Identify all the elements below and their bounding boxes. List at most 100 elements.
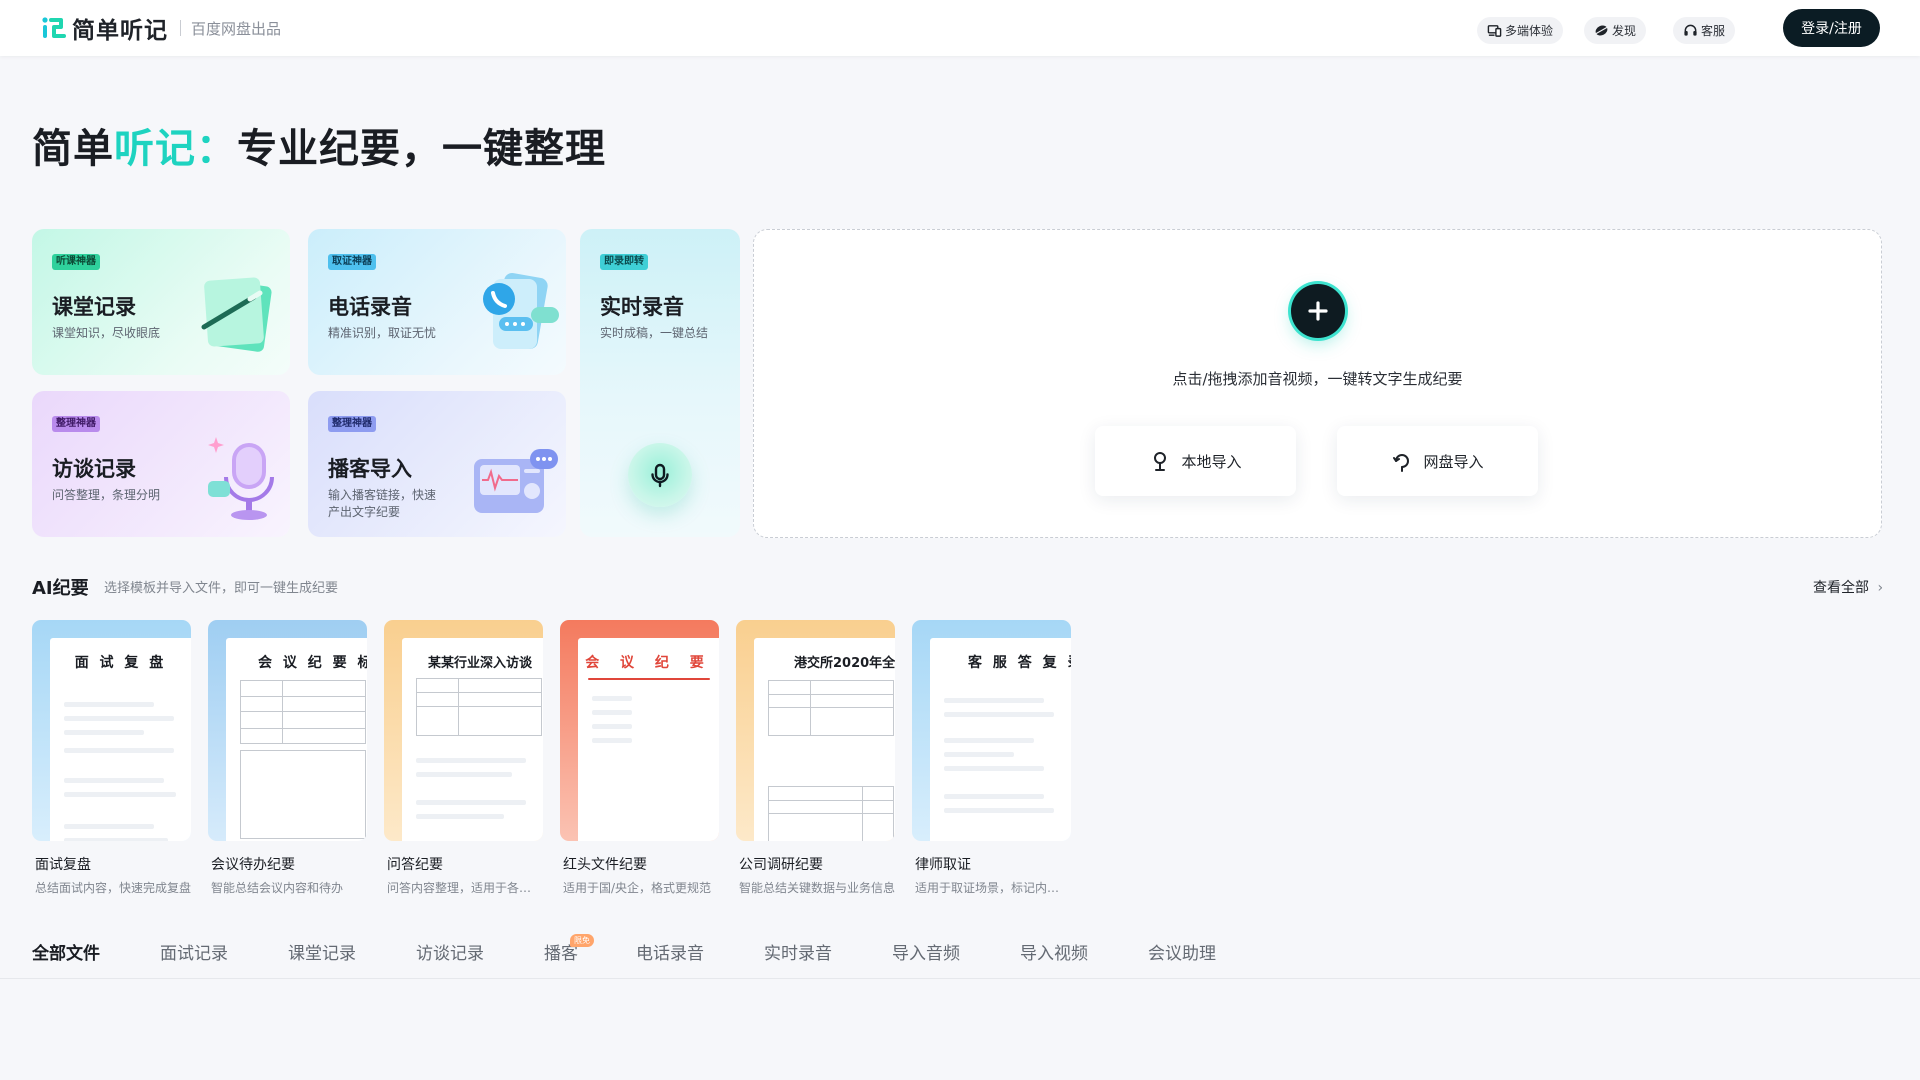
card-title: 访谈记录 <box>52 457 136 481</box>
phone-call-icon <box>483 272 559 350</box>
template-paper: 港交所2020年全年 <box>754 638 895 841</box>
card-desc: 课堂知识，尽收眼底 <box>52 326 161 340</box>
template-paper: 会 议 纪 要 <box>578 638 719 841</box>
microphone-icon <box>651 463 669 488</box>
template-card-lawyer-evidence[interactable]: 客 服 答 复 录 律师取证 适用于取证场景，标记内容更清晰 <box>912 620 1071 896</box>
template-paper: 客 服 答 复 录 <box>930 638 1071 841</box>
template-doc-title: 会 议 纪 要 <box>585 655 712 671</box>
template-card-red-header[interactable]: 会 议 纪 要 红头文件纪要 适用于国/央企，格式更规范 <box>560 620 719 896</box>
plus-icon <box>1308 301 1328 321</box>
template-thumbnail: 会 议 纪 要 标 题 <box>208 620 367 841</box>
template-desc: 总结面试内容，快速完成复盘 <box>35 881 191 895</box>
record-mic-button[interactable] <box>628 443 692 507</box>
card-desc: 输入播客链接，快速产出文字纪要 <box>328 488 437 519</box>
view-all-link[interactable]: 查看全部 › <box>1813 577 1883 597</box>
local-import-button[interactable]: 本地导入 <box>1095 426 1296 496</box>
template-desc: 问答内容整理，适用于各类访谈 <box>387 881 543 895</box>
logo-subtitle: 百度网盘出品 <box>191 19 282 38</box>
login-register-button[interactable]: 登录/注册 <box>1783 9 1880 47</box>
template-thumbnail: 客 服 答 复 录 <box>912 620 1071 841</box>
card-tag: 取证神器 <box>328 254 376 270</box>
hero-title-part3: 专业纪要，一键整理 <box>237 126 606 172</box>
template-thumbnail: 港交所2020年全年 <box>736 620 895 841</box>
card-desc: 问答整理，条理分明 <box>52 488 161 502</box>
template-card-company-research[interactable]: 港交所2020年全年 公司调研纪要 智能总结关键数据与业务信息 <box>736 620 895 896</box>
card-realtime-recording[interactable]: 即录即转 实时录音 实时成稿，一键总结 <box>580 229 740 537</box>
nav-discover[interactable]: 发现 <box>1584 17 1647 44</box>
nav-label: 多端体验 <box>1505 24 1554 38</box>
card-title: 播客导入 <box>328 457 412 481</box>
template-desc: 智能总结关键数据与业务信息 <box>739 881 895 895</box>
discover-icon <box>1594 25 1609 36</box>
file-category-tabs: 全部文件 面试记录 课堂记录 访谈记录 播客 限免 电话录音 实时录音 导入音频… <box>0 932 1920 979</box>
logo-divider <box>180 20 181 36</box>
tab-imported-video[interactable]: 导入视频 <box>1020 939 1088 964</box>
card-classroom-record[interactable]: 听课神器 课堂记录 课堂知识，尽收眼底 <box>32 229 290 375</box>
card-title: 电话录音 <box>328 295 412 319</box>
microphone-art-icon <box>208 437 274 520</box>
template-card-meeting-todo[interactable]: 会 议 纪 要 标 题 会议待办纪要 智能总结会议内容和待办 <box>208 620 367 896</box>
view-all-label: 查看全部 <box>1813 580 1869 596</box>
tab-imported-audio[interactable]: 导入音频 <box>892 939 960 964</box>
netdisk-import-button[interactable]: 网盘导入 <box>1337 426 1538 496</box>
card-desc: 实时成稿，一键总结 <box>600 326 709 340</box>
microphone-icon <box>1154 452 1167 471</box>
template-card-interview-review[interactable]: 面 试 复 盘 面试复盘 总结面试内容，快速完成复盘 <box>32 620 191 896</box>
add-file-button[interactable] <box>1291 284 1345 338</box>
template-name: 面试复盘 <box>35 857 91 873</box>
free-badge: 限免 <box>570 934 594 947</box>
template-card-qa[interactable]: 某某行业深入访谈 问答纪要 问答内容整理，适用于各类访谈 <box>384 620 543 896</box>
netdisk-import-label: 网盘导入 <box>1423 452 1484 471</box>
nav-customer-service[interactable]: 客服 <box>1673 17 1736 44</box>
headset-icon <box>1684 24 1697 36</box>
local-import-label: 本地导入 <box>1181 452 1242 471</box>
upload-dropzone[interactable]: 点击/拖拽添加音视频，一键转文字生成纪要 本地导入 网盘导入 <box>753 229 1882 538</box>
nav-multi-device[interactable]: 多端体验 <box>1477 17 1564 44</box>
template-name: 问答纪要 <box>387 857 443 873</box>
devices-icon <box>1487 25 1502 37</box>
template-name: 红头文件纪要 <box>563 857 647 873</box>
ai-section-subtitle: 选择模板并导入文件，即可一键生成纪要 <box>104 581 339 596</box>
card-tag: 听课神器 <box>52 254 100 270</box>
tab-interview-records[interactable]: 面试记录 <box>160 939 228 964</box>
card-desc: 精准识别，取证无忧 <box>328 326 437 340</box>
tab-phone-recordings[interactable]: 电话录音 <box>636 939 704 964</box>
template-thumbnail: 面 试 复 盘 <box>32 620 191 841</box>
template-name: 律师取证 <box>915 857 971 873</box>
card-title: 课堂记录 <box>52 295 136 319</box>
nav-label: 发现 <box>1612 24 1637 38</box>
template-doc-title: 客 服 答 复 录 <box>968 655 1071 671</box>
tab-meeting-assistant[interactable]: 会议助理 <box>1148 939 1216 964</box>
upload-hint: 点击/拖拽添加音视频，一键转文字生成纪要 <box>1172 370 1463 388</box>
card-podcast-import[interactable]: 整理神器 播客导入 输入播客链接，快速产出文字纪要 <box>308 391 566 537</box>
card-tag: 整理神器 <box>52 416 100 432</box>
template-name: 公司调研纪要 <box>739 857 823 873</box>
tab-classroom-records[interactable]: 课堂记录 <box>288 939 356 964</box>
cloud-sync-icon <box>1393 454 1410 472</box>
template-doc-title: 港交所2020年全年 <box>794 656 895 671</box>
card-phone-recording[interactable]: 取证神器 电话录音 精准识别，取证无忧 <box>308 229 566 375</box>
radio-podcast-icon <box>474 449 558 513</box>
template-thumbnail: 某某行业深入访谈 <box>384 620 543 841</box>
template-doc-title: 会 议 纪 要 标 题 <box>258 655 367 671</box>
template-paper: 会 议 纪 要 标 题 <box>226 638 367 841</box>
hero-title-accent: 听记： <box>114 126 237 172</box>
hero-title-part1: 简单 <box>32 126 114 172</box>
top-bar: 简单听记 百度网盘出品 多端体验 发现 客服 登录/注册 <box>0 0 1920 56</box>
tab-all-files[interactable]: 全部文件 <box>32 939 100 964</box>
chevron-right-icon: › <box>1877 580 1884 596</box>
template-desc: 适用于取证场景，标记内容更清晰 <box>915 881 1071 895</box>
notebook-pen-icon <box>201 277 272 352</box>
template-desc: 智能总结会议内容和待办 <box>211 881 344 895</box>
tab-realtime-recordings[interactable]: 实时录音 <box>764 939 832 964</box>
logo-icon <box>42 17 66 38</box>
tab-interview-notes[interactable]: 访谈记录 <box>416 939 484 964</box>
template-name: 会议待办纪要 <box>211 857 295 873</box>
template-doc-title: 面 试 复 盘 <box>74 655 167 671</box>
template-doc-title: 某某行业深入访谈 <box>428 656 533 671</box>
card-interview-record[interactable]: 整理神器 访谈记录 问答整理，条理分明 <box>32 391 290 537</box>
ai-section-title: AI纪要 <box>32 578 89 599</box>
logo[interactable]: 简单听记 百度网盘出品 <box>40 13 282 44</box>
template-paper: 某某行业深入访谈 <box>402 638 543 841</box>
hero-title: 简单听记：专业纪要，一键整理 <box>32 116 606 174</box>
